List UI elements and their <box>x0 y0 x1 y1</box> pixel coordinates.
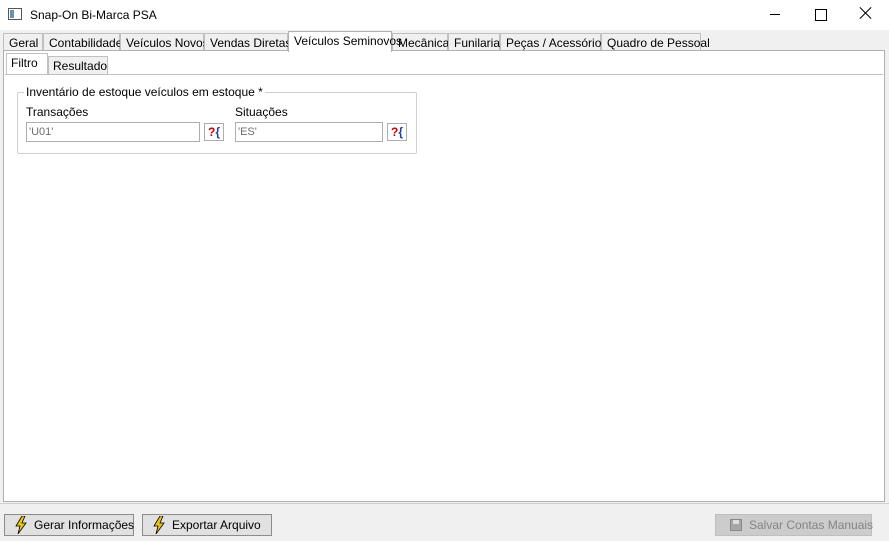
maximize-icon <box>815 9 827 21</box>
tab-quadro-de-pessoal[interactable]: Quadro de Pessoal <box>601 33 710 51</box>
tab-veiculos-novos[interactable]: Veículos Novos <box>120 33 209 51</box>
app-window-icon <box>8 8 22 20</box>
group-title: Inventário de estoque veículos em estoqu… <box>24 85 265 99</box>
transacoes-label: Transações <box>26 105 89 119</box>
question-lookup-icon: ?{ <box>207 125 220 139</box>
transacoes-picker-button[interactable]: ?{ <box>204 123 224 141</box>
tab-veiculos-seminovos[interactable]: Veículos Seminovos <box>288 31 402 52</box>
subtab-resultado[interactable]: Resultado <box>48 56 108 74</box>
inventory-filter-group: Inventário de estoque veículos em estoqu… <box>17 85 417 154</box>
question-lookup-icon: ?{ <box>390 125 403 139</box>
close-icon <box>859 6 873 20</box>
gerar-informacoes-label: Gerar Informações <box>34 518 135 532</box>
transacoes-input[interactable] <box>26 122 200 142</box>
tab-pecas-acessorios[interactable]: Peças / Acessórios <box>500 33 607 51</box>
filter-panel: Inventário de estoque veículos em estoqu… <box>5 74 883 500</box>
situacoes-input[interactable] <box>235 122 383 142</box>
exportar-arquivo-label: Exportar Arquivo <box>172 518 261 532</box>
window-title: Snap-On Bi-Marca PSA <box>30 8 157 22</box>
subtab-filtro[interactable]: Filtro <box>6 53 48 74</box>
lightning-bolt-icon <box>15 516 27 534</box>
close-button[interactable] <box>843 0 889 30</box>
minimize-icon <box>770 14 780 15</box>
salvar-contas-manuais-button[interactable]: Salvar Contas Manuais <box>715 514 874 536</box>
tab-contabilidade[interactable]: Contabilidade <box>43 33 122 51</box>
gerar-informacoes-button[interactable]: Gerar Informações <box>4 514 134 536</box>
main-tab-panel: Filtro Resultado Inventário de estoque v… <box>3 50 885 502</box>
lightning-bolt-icon <box>153 516 165 534</box>
floppy-disk-icon <box>730 519 742 531</box>
title-bar: Snap-On Bi-Marca PSA <box>0 0 889 30</box>
maximize-button[interactable] <box>798 0 844 30</box>
tab-vendas-diretas[interactable]: Vendas Diretas <box>204 33 291 51</box>
situacoes-picker-button[interactable]: ?{ <box>387 123 407 141</box>
bottom-action-bar: Gerar Informações Exportar Arquivo Salva… <box>0 503 889 541</box>
salvar-contas-manuais-label: Salvar Contas Manuais <box>749 518 874 532</box>
tab-geral[interactable]: Geral <box>3 33 43 51</box>
tab-funilaria[interactable]: Funilaria <box>448 33 500 51</box>
minimize-button[interactable] <box>752 0 798 30</box>
situacoes-label: Situações <box>235 105 288 119</box>
exportar-arquivo-button[interactable]: Exportar Arquivo <box>142 514 272 536</box>
